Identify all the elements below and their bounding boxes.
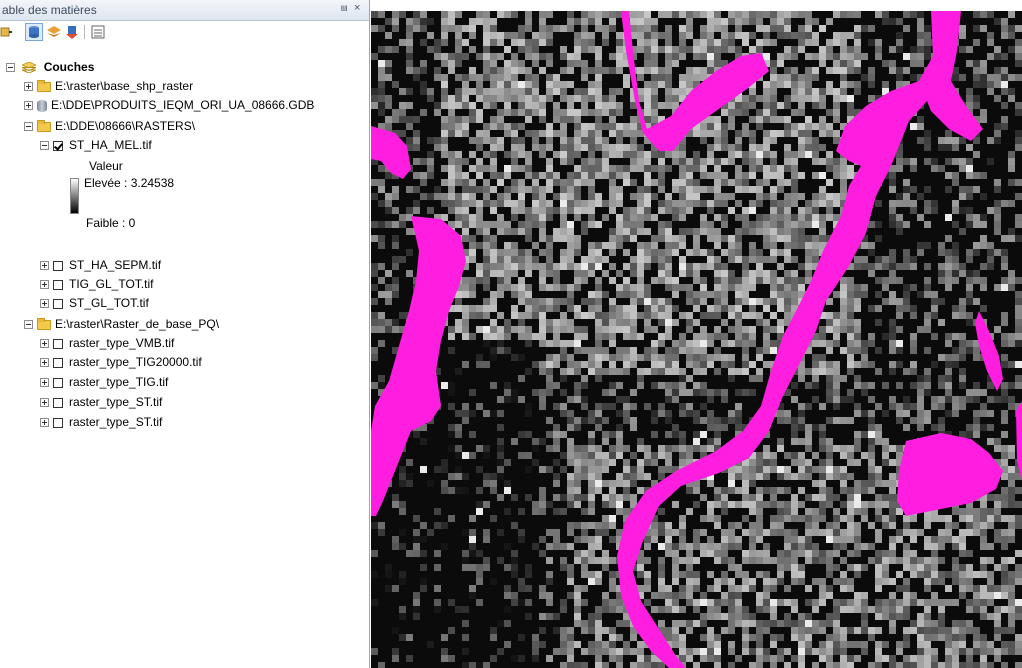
tree-item-label: raster_type_TIG20000.tif (69, 355, 202, 369)
tree-item-label: ST_GL_TOT.tif (69, 296, 149, 310)
tree-item-folder[interactable]: E:\raster\base_shp_raster (24, 77, 193, 95)
tree-item-layer[interactable]: raster_type_ST.tif (40, 413, 162, 431)
expand-icon[interactable] (24, 101, 33, 111)
expand-icon[interactable] (40, 339, 49, 349)
tree-item-layer[interactable]: raster_type_TIG20000.tif (40, 353, 202, 371)
expand-icon[interactable] (40, 261, 49, 271)
expand-icon[interactable] (40, 358, 49, 368)
list-by-source-icon[interactable] (25, 23, 43, 41)
expand-icon[interactable] (40, 299, 49, 309)
toc-title-bar: able des matières ⩏ × (0, 0, 369, 21)
legend-color-ramp (70, 178, 79, 214)
layer-visibility-checkbox[interactable] (53, 338, 63, 349)
legend-high-label: Elevée : 3.24538 (84, 176, 175, 190)
map-view[interactable] (371, 11, 1022, 668)
toolbar-separator (84, 25, 85, 39)
legend-low-label: Faible : 0 (86, 216, 136, 230)
folder-icon (37, 119, 51, 132)
tree-item-label: ST_HA_SEPM.tif (69, 258, 162, 272)
map-top-strip (371, 0, 1022, 11)
tree-item-layer[interactable]: ST_GL_TOT.tif (40, 294, 149, 312)
tree-item-label: ST_HA_MEL.tif (69, 138, 152, 152)
expand-icon[interactable] (40, 418, 49, 428)
tree-item-label: raster_type_TIG.tif (69, 375, 169, 389)
options-icon[interactable] (90, 24, 106, 40)
tree-item-layer[interactable]: ST_HA_MEL.tif (40, 136, 152, 154)
tree-item-label: E:\DDE\08666\RASTERS\ (55, 119, 196, 133)
collapse-icon[interactable] (6, 63, 15, 73)
collapse-icon[interactable] (40, 141, 49, 151)
list-by-visibility-icon[interactable] (46, 24, 62, 40)
tree-root-label: Couches (43, 60, 95, 74)
toc-title: able des matières (2, 3, 97, 17)
tree-root-couches[interactable]: Couches (6, 58, 94, 76)
tree-item-layer[interactable]: ST_HA_SEPM.tif (40, 256, 161, 274)
raster-map-canvas[interactable] (371, 11, 1022, 668)
table-of-contents-panel: able des matières ⩏ × Couches E:\raster\… (0, 0, 370, 668)
expand-icon[interactable] (24, 82, 33, 92)
folder-icon (37, 79, 51, 92)
folder-icon (37, 317, 51, 330)
expand-icon[interactable] (40, 378, 49, 388)
layer-visibility-checkbox[interactable] (53, 417, 63, 428)
tree-item-label: E:\DDE\PRODUITS_IEQM_ORI_UA_08666.GDB (51, 98, 315, 112)
tree-item-label: raster_type_ST.tif (69, 415, 163, 429)
layer-visibility-checkbox[interactable] (53, 260, 63, 271)
close-icon[interactable]: × (354, 2, 360, 14)
collapse-icon[interactable] (24, 320, 33, 330)
layer-visibility-checkbox[interactable] (53, 279, 63, 290)
tree-item-label: E:\raster\base_shp_raster (55, 79, 194, 93)
geodatabase-icon (37, 99, 47, 112)
list-by-drawing-order-icon[interactable] (0, 24, 16, 40)
layer-visibility-checkbox[interactable] (53, 397, 63, 408)
collapse-icon[interactable] (24, 122, 33, 132)
tree-item-layer[interactable]: raster_type_VMB.tif (40, 334, 174, 352)
toc-toolbar (0, 21, 369, 43)
tree-item-gdb[interactable]: E:\DDE\PRODUITS_IEQM_ORI_UA_08666.GDB (24, 96, 314, 114)
layer-visibility-checkbox[interactable] (53, 377, 63, 388)
tree-item-label: TIG_GL_TOT.tif (69, 277, 154, 291)
tree-item-label: raster_type_ST.tif (69, 395, 163, 409)
tree-item-folder[interactable]: E:\DDE\08666\RASTERS\ (24, 117, 195, 135)
expand-icon[interactable] (40, 398, 49, 408)
tree-item-label: E:\raster\Raster_de_base_PQ\ (55, 317, 220, 331)
tree-item-layer[interactable]: TIG_GL_TOT.tif (40, 275, 153, 293)
tree-item-layer[interactable]: raster_type_ST.tif (40, 393, 162, 411)
pin-icon[interactable]: ⩏ (341, 2, 347, 15)
layer-visibility-checkbox[interactable] (53, 357, 63, 368)
tree-item-layer[interactable]: raster_type_TIG.tif (40, 373, 168, 391)
expand-icon[interactable] (40, 280, 49, 290)
list-by-selection-icon[interactable] (64, 24, 80, 40)
tree-item-label: raster_type_VMB.tif (69, 336, 175, 350)
layer-visibility-checkbox[interactable] (53, 298, 63, 309)
legend-heading: Valeur (89, 159, 123, 173)
layers-icon (22, 62, 37, 74)
layer-visibility-checkbox[interactable] (53, 140, 63, 151)
tree-item-folder[interactable]: E:\raster\Raster_de_base_PQ\ (24, 315, 219, 333)
